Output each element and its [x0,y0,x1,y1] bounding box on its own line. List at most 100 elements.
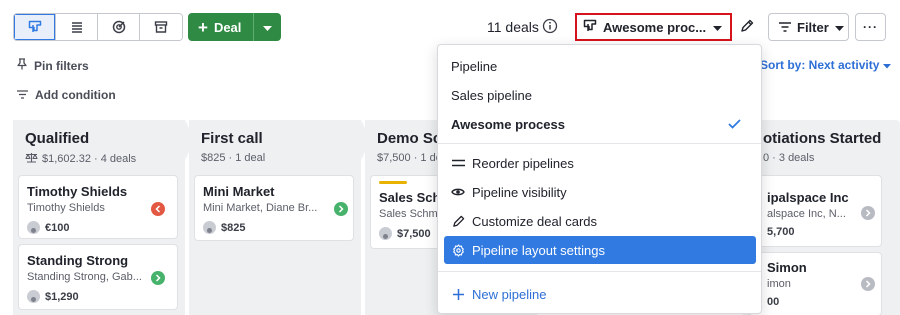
pipeline-view-button[interactable] [14,14,56,40]
deal-value: $825 [203,221,245,234]
stage-summary: $1,602.32 · 4 deals [25,152,136,166]
forecast-view-button[interactable] [98,14,140,40]
deal-org: imon [767,278,791,290]
deal-value-text: $825 [221,221,246,234]
deal-value: $1,290 [27,290,79,303]
caret-down-icon [834,20,844,35]
caret-down-icon [883,58,892,72]
pipeline-selector-label: Awesome proc... [603,19,707,35]
plus-icon: + [198,17,208,37]
chevron-right-icon[interactable] [861,206,875,220]
archive-view-button[interactable] [140,14,182,40]
chevron-right-icon[interactable] [334,202,348,216]
info-icon[interactable] [542,18,558,37]
chevron-left-icon[interactable] [151,202,165,216]
filter-label: Filter [797,19,829,35]
pin-filters-label: Pin filters [34,58,89,73]
pipeline-option-pipeline[interactable]: Pipeline [438,53,761,79]
deal-title: Simon [767,260,807,275]
menu-item-label: Pipeline visibility [472,184,567,200]
stage-column-qualified: Qualified $1,602.32 · 4 deals Timothy Sh… [13,120,185,315]
pipeline-option-label: Awesome process [451,116,565,132]
deal-title: Timothy Shields [27,184,128,199]
new-pipeline-item[interactable]: New pipeline [438,281,761,307]
more-label: ··· [863,20,878,34]
stage-summary-text: 0 · 3 deals [763,152,815,164]
edit-pipeline-button[interactable] [734,13,760,41]
deal-title: Sales Schr [379,190,446,205]
deal-value: 5,700 [767,226,795,238]
chevron-right-icon[interactable] [151,271,165,285]
avatar [203,221,216,234]
deal-card[interactable]: Timothy Shields Timothy Shields €100 [19,176,177,238]
pipeline-board-icon [583,19,597,36]
pipeline-board-icon [28,20,42,34]
deal-org: Standing Strong, Gab... [27,271,142,283]
deal-card[interactable]: Simon imon 00 [749,253,881,315]
chevron-right-icon[interactable] [861,277,875,291]
stage-summary: 0 · 3 deals [763,152,814,164]
caret-down-icon [713,20,722,35]
deal-value: $7,500 [379,227,431,240]
stage-column-negotiations-started: otiations Started 0 · 3 deals ipalspace … [743,120,900,315]
archive-icon [154,20,168,34]
pipeline-visibility-item[interactable]: Pipeline visibility [438,179,761,205]
deal-value-text: 00 [767,296,780,308]
deal-title: Standing Strong [27,253,129,268]
deal-card[interactable]: Standing Strong Standing Strong, Gab... … [19,245,177,309]
deal-card[interactable]: Mini Market Mini Market, Diane Br... $82… [195,176,353,240]
eye-icon [451,187,465,197]
pipeline-selector[interactable]: Awesome proc... [575,13,732,41]
stage-summary-text: $825 · 1 deal [201,152,266,164]
more-options-button[interactable]: ··· [855,13,886,41]
new-pipeline-label: New pipeline [472,286,547,302]
stage-title: otiations Started [763,130,882,147]
deal-value-text: $7,500 [397,227,431,240]
pipeline-dropdown-menu: Pipeline Sales pipeline Awesome process … [437,44,762,314]
stage-summary: $7,500 · 1 de [377,152,442,164]
stage-title: First call [201,130,263,147]
deal-title: ipalspace Inc [767,190,849,205]
deal-org: alspace Inc, N... [767,208,846,220]
pipeline-layout-settings-item[interactable]: Pipeline layout settings [444,236,756,264]
add-condition-button[interactable]: Add condition [17,88,116,102]
forecast-icon [112,20,126,34]
gear-icon [451,243,465,257]
checkmark-icon [728,117,741,132]
deal-count: 11 deals [487,19,539,35]
menu-divider [438,271,761,272]
pencil-icon [451,215,465,228]
avatar [27,221,40,234]
sort-by-label: Sort by: Next activity [760,58,880,72]
filter-lines-icon [17,88,28,102]
sort-by-button[interactable]: Sort by: Next activity [760,58,892,72]
deal-org: Mini Market, Diane Br... [203,202,318,214]
reorder-icon [451,159,465,167]
caret-down-icon [263,20,273,35]
pipeline-option-sales-pipeline[interactable]: Sales pipeline [438,82,761,108]
add-deal-button[interactable]: + Deal [188,13,254,41]
activity-bar [379,181,407,184]
stage-title: Qualified [25,130,90,147]
menu-divider [438,143,761,144]
add-condition-label: Add condition [35,88,116,102]
deal-value: €100 [27,221,69,234]
list-view-button[interactable] [56,14,98,40]
scale-icon [25,152,38,166]
add-deal-label: Deal [213,19,242,35]
customize-deal-cards-item[interactable]: Customize deal cards [438,208,761,234]
filter-button[interactable]: Filter [768,13,849,41]
stage-summary-text: $1,602.32 · 4 deals [42,153,137,165]
deal-value-text: 5,700 [767,226,795,238]
add-deal-options-button[interactable] [253,13,282,41]
reorder-pipelines-item[interactable]: Reorder pipelines [438,150,761,176]
list-icon [70,20,84,34]
deal-card[interactable]: ipalspace Inc alspace Inc, N... 5,700 [749,176,881,246]
deal-value-text: €100 [45,221,70,234]
menu-item-label: Reorder pipelines [472,155,574,171]
pin-filters-button[interactable]: Pin filters [17,58,89,73]
pin-icon [17,58,27,73]
pipeline-option-awesome-process[interactable]: Awesome process [438,111,761,137]
deal-value: 00 [767,296,779,308]
filter-lines-icon [779,20,791,35]
